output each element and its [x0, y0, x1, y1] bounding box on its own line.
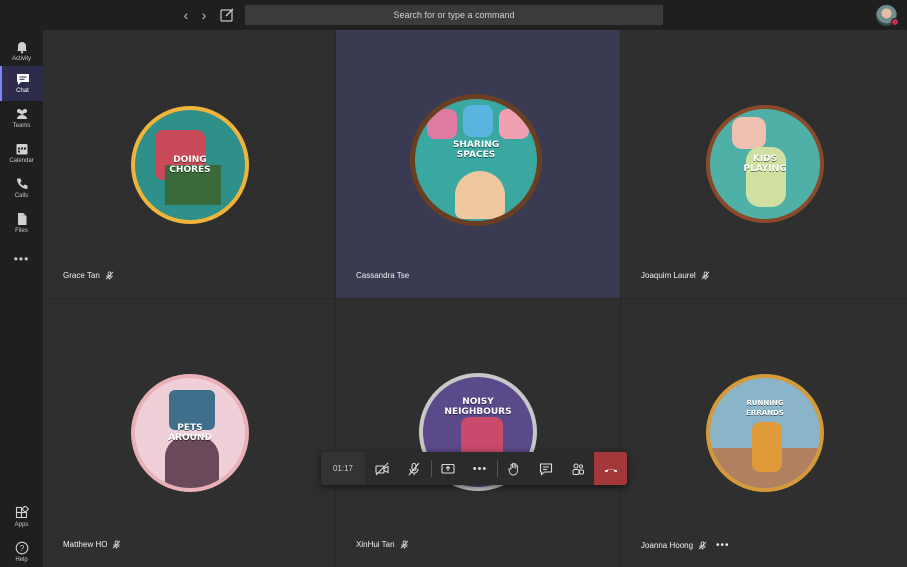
participant-tile[interactable]: PETS AROUND Matthew HO	[43, 299, 335, 567]
meeting-stage: DOING CHORES Grace Tan SHARING SPACES Ca…	[43, 30, 907, 567]
mic-off-icon	[408, 462, 420, 475]
chat-button[interactable]	[530, 452, 562, 485]
chat-icon	[539, 462, 553, 476]
participant-tile-featured[interactable]: SHARING SPACES Cassandra Tse	[336, 30, 620, 298]
video-off-icon	[375, 462, 389, 475]
raise-hand-icon	[508, 462, 518, 475]
forward-arrow-icon[interactable]: ›	[196, 6, 212, 24]
chat-icon	[16, 74, 29, 85]
participant-name-tag: Cassandra Tse	[356, 271, 409, 280]
compose-icon[interactable]	[219, 7, 235, 23]
avatar-character	[752, 422, 782, 472]
teams-meeting-window: ‹ › Search for or type a command Activit…	[0, 0, 907, 567]
hang-up-icon	[604, 468, 617, 472]
participant-tile[interactable]: NOISY NEIGHBOURS XinHui Tan	[336, 299, 620, 567]
presence-badge	[891, 18, 899, 26]
avatar-caption: KIDS PLAYING	[743, 154, 787, 174]
rail-item-activity[interactable]: Activity	[0, 34, 43, 69]
raise-hand-button[interactable]	[498, 452, 530, 485]
avatar-character	[463, 105, 493, 137]
participant-tile[interactable]: RUNNING ERRANDS Joanna Hoong •••	[621, 299, 907, 567]
participant-name-tag: Joanna Hoong •••	[641, 540, 730, 551]
share-screen-icon	[441, 463, 455, 474]
participant-name: Grace Tan	[63, 271, 100, 280]
avatar-caption: PETS AROUND	[168, 423, 212, 443]
avatar-caption: DOING CHORES	[169, 155, 211, 175]
participant-name: Joaquim Laurel	[641, 271, 696, 280]
rail-item-help[interactable]: ? Help	[0, 535, 43, 567]
title-bar: ‹ › Search for or type a command	[0, 0, 907, 30]
app-rail: Activity Chat Teams Calendar Calls Files…	[0, 30, 43, 567]
call-timer: 01:17	[321, 452, 365, 485]
participant-avatar: PETS AROUND	[131, 374, 249, 492]
participant-avatar: SHARING SPACES	[410, 94, 542, 226]
rail-item-chat[interactable]: Chat	[0, 66, 43, 101]
search-input[interactable]: Search for or type a command	[245, 5, 663, 25]
participant-name-tag: XinHui Tan	[356, 540, 409, 549]
mic-off-icon	[113, 540, 121, 549]
participant-avatar: DOING CHORES	[131, 106, 249, 224]
calendar-icon	[16, 144, 27, 155]
rail-label: Chat	[16, 88, 29, 94]
participant-more-icon[interactable]: •••	[716, 540, 730, 551]
phone-icon	[16, 178, 27, 189]
meeting-controls: 01:17 •••	[321, 452, 627, 485]
participant-name-tag: Matthew HO	[63, 540, 121, 549]
participants-button[interactable]	[562, 452, 594, 485]
rail-label: Calls	[14, 193, 29, 199]
file-icon	[17, 213, 26, 225]
rail-label: Calendar	[9, 158, 34, 164]
mic-off-icon	[698, 541, 707, 550]
participant-name: Cassandra Tse	[356, 271, 410, 280]
avatar-character	[499, 109, 529, 139]
people-icon	[572, 463, 584, 475]
avatar-character	[455, 171, 505, 219]
rail-label: Activity	[11, 56, 31, 62]
more-actions-button[interactable]: •••	[464, 452, 496, 485]
participant-tile[interactable]: KIDS PLAYING Joaquim Laurel	[621, 30, 907, 298]
participant-name-tag: Grace Tan	[63, 271, 114, 280]
teams-icon	[16, 109, 27, 119]
rail-item-apps[interactable]: Apps	[0, 500, 43, 535]
avatar-character	[165, 436, 219, 488]
avatar-caption: SHARING SPACES	[452, 140, 500, 160]
bell-icon	[16, 42, 27, 54]
mic-toggle-button[interactable]	[398, 452, 430, 485]
mic-off-icon	[701, 271, 710, 280]
rail-item-teams[interactable]: Teams	[0, 101, 43, 136]
camera-toggle-button[interactable]	[366, 452, 398, 485]
mic-off-icon	[400, 540, 408, 549]
participant-avatar: RUNNING ERRANDS	[706, 374, 824, 492]
participant-name: XinHui Tan	[356, 540, 395, 549]
apps-icon	[15, 506, 29, 519]
avatar-caption: NOISY NEIGHBOURS	[444, 397, 512, 417]
rail-label: Teams	[12, 123, 31, 129]
rail-item-calendar[interactable]: Calendar	[0, 136, 43, 171]
participant-name: Joanna Hoong	[641, 541, 694, 550]
participant-name-tag: Joaquim Laurel	[641, 271, 710, 280]
avatar-character	[427, 109, 457, 139]
hang-up-button[interactable]	[594, 452, 627, 485]
avatar-character	[732, 117, 766, 149]
rail-label: Help	[15, 557, 28, 563]
share-screen-button[interactable]	[432, 452, 464, 485]
back-arrow-icon[interactable]: ‹	[178, 6, 194, 24]
rail-item-files[interactable]: Files	[0, 206, 43, 241]
participant-name: Matthew HO	[63, 540, 108, 549]
svg-text:?: ?	[19, 544, 24, 553]
participant-tile[interactable]: DOING CHORES Grace Tan	[43, 30, 335, 298]
more-apps-icon[interactable]: •••	[0, 252, 43, 266]
rail-item-calls[interactable]: Calls	[0, 171, 43, 206]
rail-label: Files	[15, 228, 28, 234]
rail-label: Apps	[14, 522, 29, 528]
mic-off-icon	[105, 271, 114, 280]
help-icon: ?	[15, 541, 28, 555]
avatar-caption: RUNNING ERRANDS	[746, 399, 784, 417]
participant-avatar: KIDS PLAYING	[706, 105, 824, 223]
